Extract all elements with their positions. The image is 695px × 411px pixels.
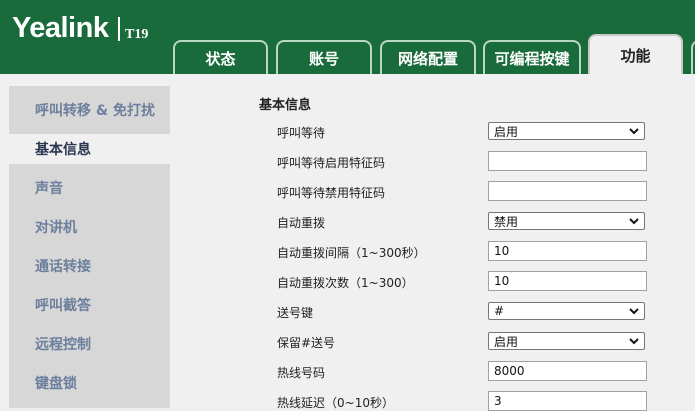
- sidebar-item-call-pickup[interactable]: 呼叫截答: [9, 290, 170, 320]
- hotline-number-input[interactable]: 8000: [488, 361, 647, 381]
- select-value: 启用: [494, 334, 519, 349]
- redial-times-input[interactable]: 10: [488, 271, 647, 291]
- tab-account[interactable]: 账号: [276, 40, 372, 74]
- hotline-delay-input[interactable]: 3: [488, 391, 647, 411]
- call-waiting-on-code-input[interactable]: [488, 151, 647, 171]
- chevron-down-icon: [629, 218, 639, 225]
- row-label: 热线延迟（0~10秒）: [277, 396, 394, 410]
- tab-partial[interactable]: [691, 40, 695, 74]
- row-label: 热线号码: [277, 366, 326, 380]
- chevron-down-icon: [629, 128, 639, 135]
- select-value: 禁用: [494, 214, 519, 229]
- sidebar: 呼叫转移 & 免打扰 基本信息 声音 对讲机 通话转接 呼叫截答 远程控制 键盘…: [9, 86, 180, 408]
- tab-features[interactable]: 功能: [588, 34, 683, 74]
- top-header: Yealink T19 状态 账号 网络配置 可编程按键 功能: [0, 0, 695, 74]
- model-label: T19: [125, 27, 149, 42]
- tab-status[interactable]: 状态: [173, 40, 268, 74]
- sidebar-item-transfer[interactable]: 通话转接: [9, 251, 170, 281]
- reserve-pound-select[interactable]: 启用: [488, 332, 645, 350]
- sidebar-item-intercom[interactable]: 对讲机: [9, 212, 170, 242]
- call-waiting-select[interactable]: 启用: [488, 122, 645, 140]
- row-label: 自动重拨间隔（1~300秒）: [277, 246, 426, 260]
- logo-divider: [118, 17, 120, 41]
- row-label: 呼叫等待禁用特征码: [277, 186, 386, 200]
- select-value: 启用: [494, 124, 519, 139]
- row-label: 保留#送号: [277, 336, 336, 350]
- chevron-down-icon: [629, 308, 639, 315]
- row-label: 呼叫等待: [277, 126, 326, 140]
- sidebar-item-remote-control[interactable]: 远程控制: [9, 329, 170, 359]
- row-label: 呼叫等待启用特征码: [277, 156, 386, 170]
- send-key-select[interactable]: #: [488, 302, 645, 320]
- chevron-down-icon: [629, 338, 639, 345]
- call-waiting-off-code-input[interactable]: [488, 181, 647, 201]
- row-label: 自动重拨次数（1~300）: [277, 276, 414, 290]
- sidebar-item-audio[interactable]: 声音: [9, 173, 170, 203]
- tab-dsskey[interactable]: 可编程按键: [483, 40, 581, 74]
- sidebar-item-call-forward-dnd[interactable]: 呼叫转移 & 免打扰: [9, 95, 170, 125]
- sidebar-item-keypad-lock[interactable]: 键盘锁: [9, 368, 170, 398]
- section-title: 基本信息: [259, 98, 312, 113]
- tab-network[interactable]: 网络配置: [380, 40, 476, 74]
- redial-interval-input[interactable]: 10: [488, 241, 647, 261]
- sidebar-item-general-info[interactable]: 基本信息: [9, 134, 180, 164]
- select-value: #: [494, 304, 505, 318]
- yealink-logo: Yealink: [12, 12, 109, 44]
- auto-redial-select[interactable]: 禁用: [488, 212, 645, 230]
- row-label: 自动重拨: [277, 216, 326, 230]
- row-label: 送号键: [277, 306, 314, 320]
